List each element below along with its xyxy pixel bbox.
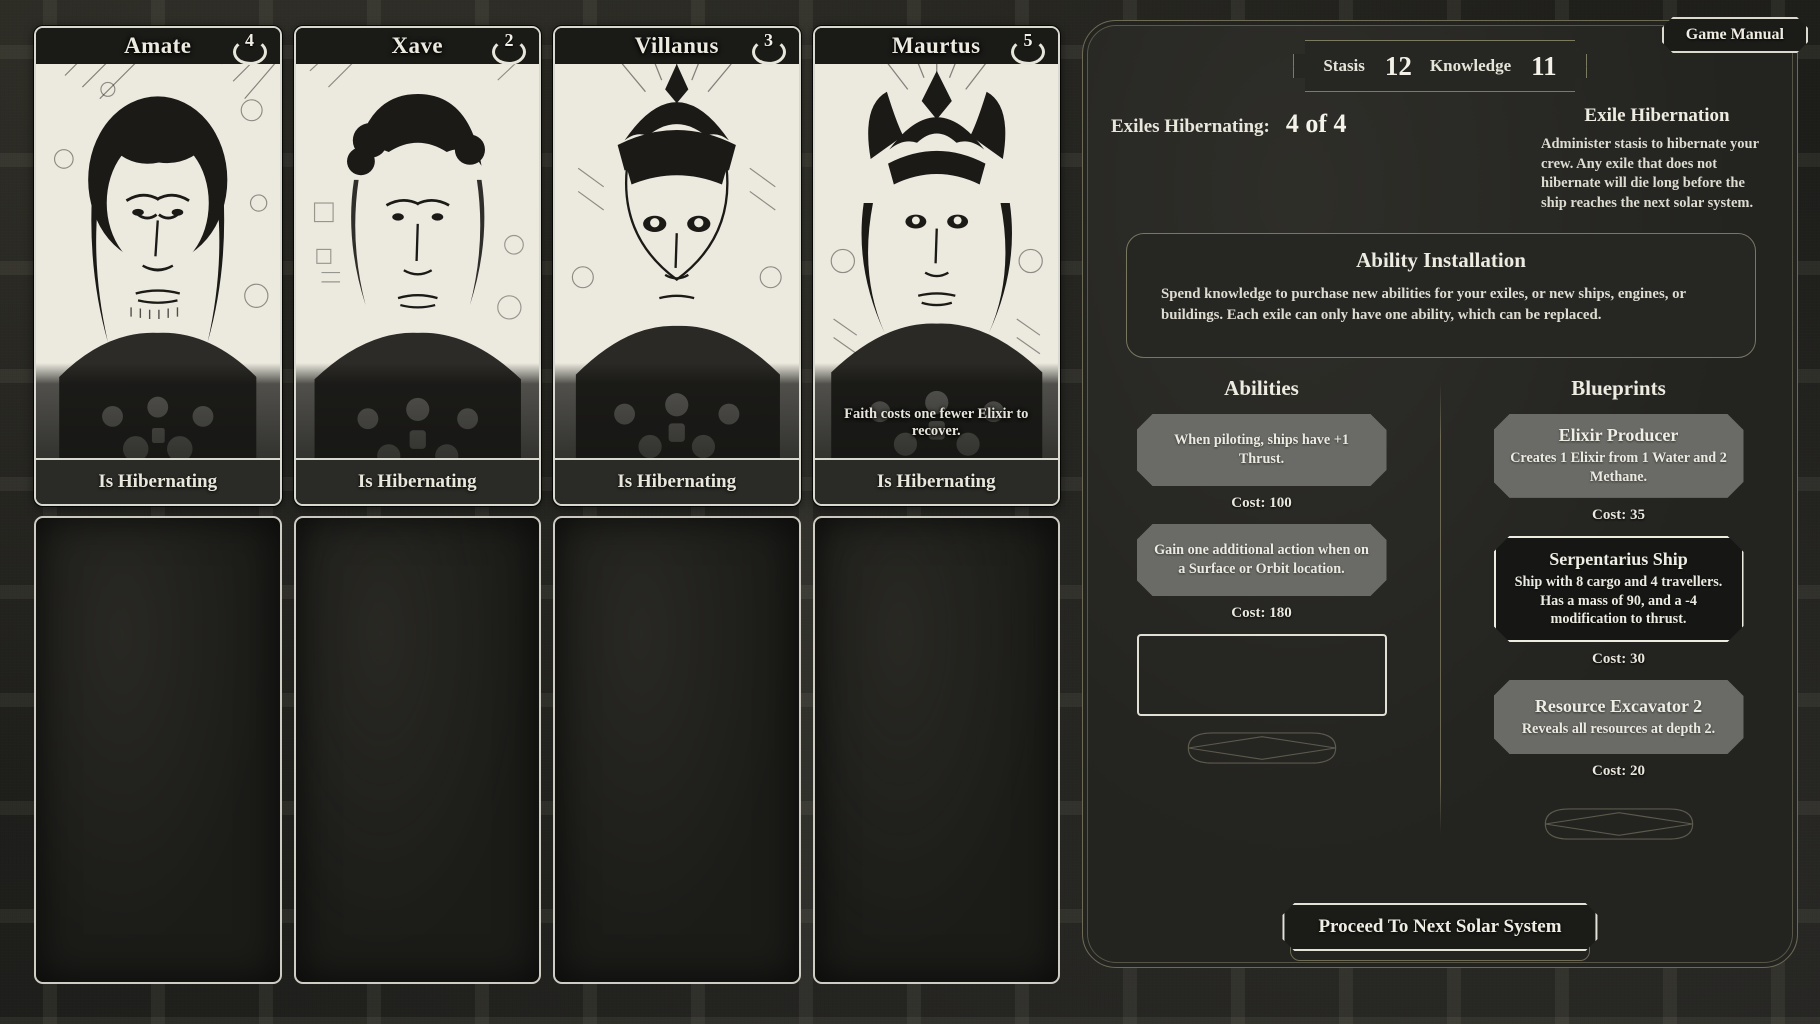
ability-card[interactable]: Gain one additional action when on a Sur… <box>1137 524 1387 596</box>
ornament-icon <box>1534 802 1704 846</box>
exile-card-header: Maurtus 5 <box>814 28 1058 65</box>
empty-exile-slot[interactable] <box>34 516 282 984</box>
knowledge-value: 11 <box>1531 50 1557 81</box>
blueprints-column: Blueprints Elixir Producer Creates 1 Eli… <box>1440 376 1797 846</box>
hibernation-info-box: Exile Hibernation Administer stasis to h… <box>1541 105 1773 213</box>
exile-badge: 2 <box>489 30 529 65</box>
exile-badge-value: 2 <box>504 30 514 50</box>
exiles-hibernating-counter: Exiles Hibernating: 4 of 4 <box>1111 109 1347 139</box>
exile-badge-value: 5 <box>1023 30 1033 50</box>
abilities-column: Abilities When piloting, ships have +1 T… <box>1083 376 1440 846</box>
exile-name: Xave <box>391 33 443 58</box>
blueprint-card[interactable]: Elixir Producer Creates 1 Elixir from 1 … <box>1494 414 1744 498</box>
game-screen: Amate 4 Is Hibernating Xave 2 Is Hiberna… <box>0 0 1820 1024</box>
game-manual-button[interactable]: Game Manual <box>1662 17 1808 53</box>
ability-empty-slot[interactable] <box>1136 634 1387 716</box>
hibernation-info-text: Administer stasis to hibernate your crew… <box>1541 136 1759 211</box>
portrait-fade <box>295 363 539 458</box>
exile-status: Is Hibernating <box>814 458 1058 504</box>
ability-installation-text: Spend knowledge to purchase new abilitie… <box>1161 286 1686 324</box>
portrait-fade <box>36 363 280 458</box>
blueprints-heading: Blueprints <box>1571 376 1666 400</box>
blueprint-card[interactable]: Resource Excavator 2 Reveals all resourc… <box>1494 680 1744 754</box>
empty-exile-slot[interactable] <box>553 516 801 984</box>
ability-cost: Cost: 180 <box>1231 605 1292 621</box>
ribbon-rule-left <box>1242 66 1294 67</box>
blueprint-title: Resource Excavator 2 <box>1534 695 1703 716</box>
empty-exile-slot[interactable] <box>812 516 1060 984</box>
ability-cost: Cost: 100 <box>1231 495 1292 511</box>
ornament-icon <box>1177 726 1347 770</box>
exile-status: Is Hibernating <box>555 458 799 504</box>
blueprint-cost: Cost: 35 <box>1592 506 1645 523</box>
exile-badge: 3 <box>749 30 789 65</box>
exiles-hibernating-value: 4 of 4 <box>1285 109 1347 138</box>
empty-exile-slot[interactable] <box>293 516 541 984</box>
proceed-button-wrap: Proceed To Next Solar System <box>1282 903 1597 951</box>
abilities-heading: Abilities <box>1224 376 1299 400</box>
stasis-value: 12 <box>1384 50 1412 81</box>
exile-badge-value: 4 <box>245 30 254 50</box>
stasis-label: Stasis <box>1323 56 1365 75</box>
exile-portrait: Faith costs one fewer Elixir to recover. <box>814 64 1058 458</box>
exile-badge: 4 <box>230 30 270 65</box>
proceed-to-next-solar-system-button[interactable]: Proceed To Next Solar System <box>1282 903 1597 951</box>
hibernation-panel: Stasis 12 Knowledge 11 Exiles Hibernatin… <box>1082 20 1798 968</box>
ability-card[interactable]: When piloting, ships have +1 Thrust. <box>1137 414 1387 486</box>
ribbon-rule-right <box>1586 66 1638 67</box>
exile-card[interactable]: Maurtus 5 Faith costs one fewer Elixir t… <box>812 26 1060 506</box>
exile-ability-note: Faith costs one fewer Elixir to recover. <box>844 406 1029 439</box>
blueprint-cost: Cost: 20 <box>1592 763 1645 779</box>
exile-card-grid: Amate 4 Is Hibernating Xave 2 Is Hiberna… <box>34 26 1060 992</box>
purchase-columns: Abilities When piloting, ships have +1 T… <box>1083 376 1797 846</box>
exile-card-header: Xave 2 <box>295 28 539 65</box>
exile-status: Is Hibernating <box>295 458 539 504</box>
blueprint-description: Reveals all resources at depth 2. <box>1521 720 1716 737</box>
exile-name: Maurtus <box>892 33 981 58</box>
blueprint-cost: Cost: 30 <box>1592 651 1645 667</box>
ability-description: When piloting, ships have +1 Thrust. <box>1174 432 1349 467</box>
blueprint-title: Serpentarius Ship <box>1549 548 1688 569</box>
knowledge-label: Knowledge <box>1429 56 1512 75</box>
blueprint-title: Elixir Producer <box>1558 425 1679 446</box>
exile-card-header: Villanus 3 <box>555 28 799 65</box>
exile-portrait <box>295 64 539 458</box>
hibernation-info-title: Exile Hibernation <box>1584 105 1730 126</box>
exile-status: Is Hibernating <box>36 458 280 504</box>
exile-portrait <box>36 64 280 458</box>
ability-description: Gain one additional action when on a Sur… <box>1154 542 1369 577</box>
portrait-fade <box>555 363 799 458</box>
exile-name: Villanus <box>634 33 719 58</box>
exile-card[interactable]: Villanus 3 Is Hibernating <box>553 26 801 506</box>
blueprint-description: Ship with 8 cargo and 4 travellers. Has … <box>1514 573 1723 628</box>
exile-card-header: Amate 4 <box>36 28 280 65</box>
exile-card[interactable]: Amate 4 Is Hibernating <box>34 26 282 506</box>
blueprint-description: Creates 1 Elixir from 1 Water and 2 Meth… <box>1510 450 1727 485</box>
blueprint-card-selected[interactable]: Serpentarius Ship Ship with 8 cargo and … <box>1494 536 1744 642</box>
exile-badge-value: 3 <box>764 30 773 50</box>
exile-portrait <box>555 64 799 458</box>
exile-card[interactable]: Xave 2 Is Hibernating <box>293 26 541 506</box>
exile-name: Amate <box>124 33 192 58</box>
ability-installation-title: Ability Installation <box>1356 248 1526 272</box>
exiles-hibernating-label: Exiles Hibernating: <box>1111 116 1270 137</box>
exile-badge: 5 <box>1008 30 1048 65</box>
resource-ribbon: Stasis 12 Knowledge 11 <box>1293 40 1587 92</box>
ability-installation-box: Ability Installation Spend knowledge to … <box>1126 233 1756 358</box>
